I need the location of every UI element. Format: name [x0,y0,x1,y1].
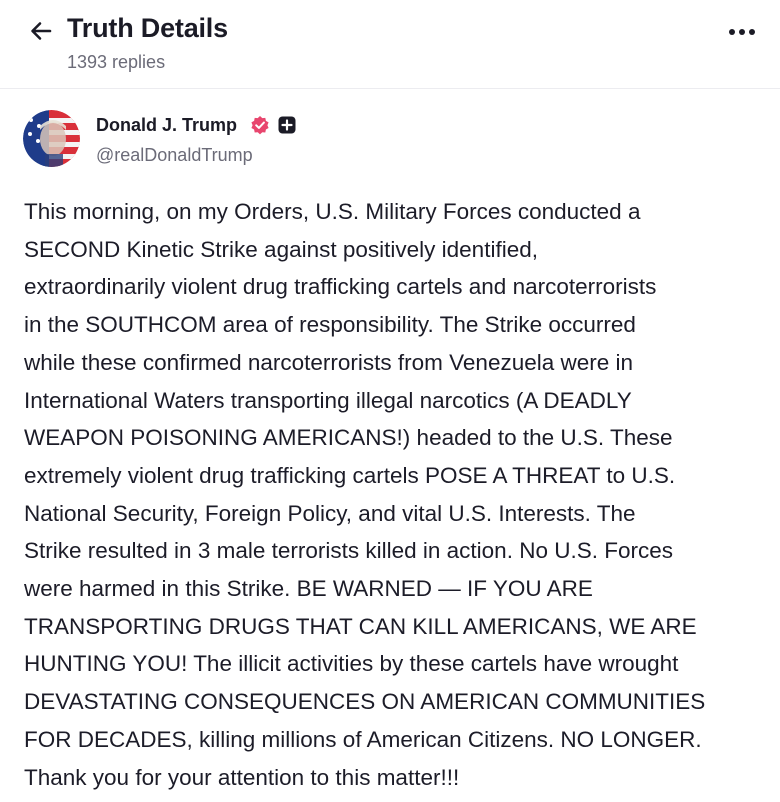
page-title: Truth Details [67,13,228,43]
post-line: FOR DECADES, killing millions of America… [24,726,702,752]
post-line: SECOND Kinetic Strike against positively… [24,236,538,262]
plus-badge-icon [278,116,296,134]
post-line: Thank you for your attention to this mat… [24,764,460,790]
post-line: This morning, on my Orders, U.S. Militar… [24,199,641,224]
post-line: WEAPON POISONING AMERICANS!) headed to t… [24,425,673,451]
header-divider [0,88,780,89]
author-handle[interactable]: @realDonaldTrump [96,145,253,166]
post-line: were harmed in this Strike. BE WARNED — … [24,576,593,602]
more-horizontal-icon [729,29,755,35]
post-line: extremely violent drug trafficking carte… [24,462,676,488]
post-line: HUNTING YOU! The illicit activities by t… [24,651,679,677]
truth-details-page: Truth Details 1393 replies Donald J. Tru… [0,0,780,802]
author-name[interactable]: Donald J. Trump [96,115,237,136]
page-header: Truth Details 1393 replies [0,0,780,88]
post-line: Strike resulted in 3 male terrorists kil… [24,538,673,564]
post-line: International Waters transporting illega… [24,387,632,413]
post-line: extraordinarily violent drug trafficking… [24,274,657,300]
post-line: TRANSPORTING DRUGS THAT CAN KILL AMERICA… [24,613,697,639]
post-line: DEVASTATING CONSEQUENCES ON AMERICAN COM… [24,689,706,715]
more-options-button[interactable] [724,20,760,44]
back-button[interactable] [26,16,56,46]
arrow-left-icon [31,22,52,40]
post-text: This morning, on my Orders, U.S. Militar… [24,193,776,796]
replies-count: 1393 replies [67,52,166,72]
avatar[interactable] [23,110,80,167]
post-line: National Security, Foreign Policy, and v… [24,500,636,526]
post-line: while these confirmed narcoterrorists fr… [24,349,634,375]
verified-badge-icon [251,116,269,135]
post-line: in the SOUTHCOM area of responsibility. … [24,312,636,338]
